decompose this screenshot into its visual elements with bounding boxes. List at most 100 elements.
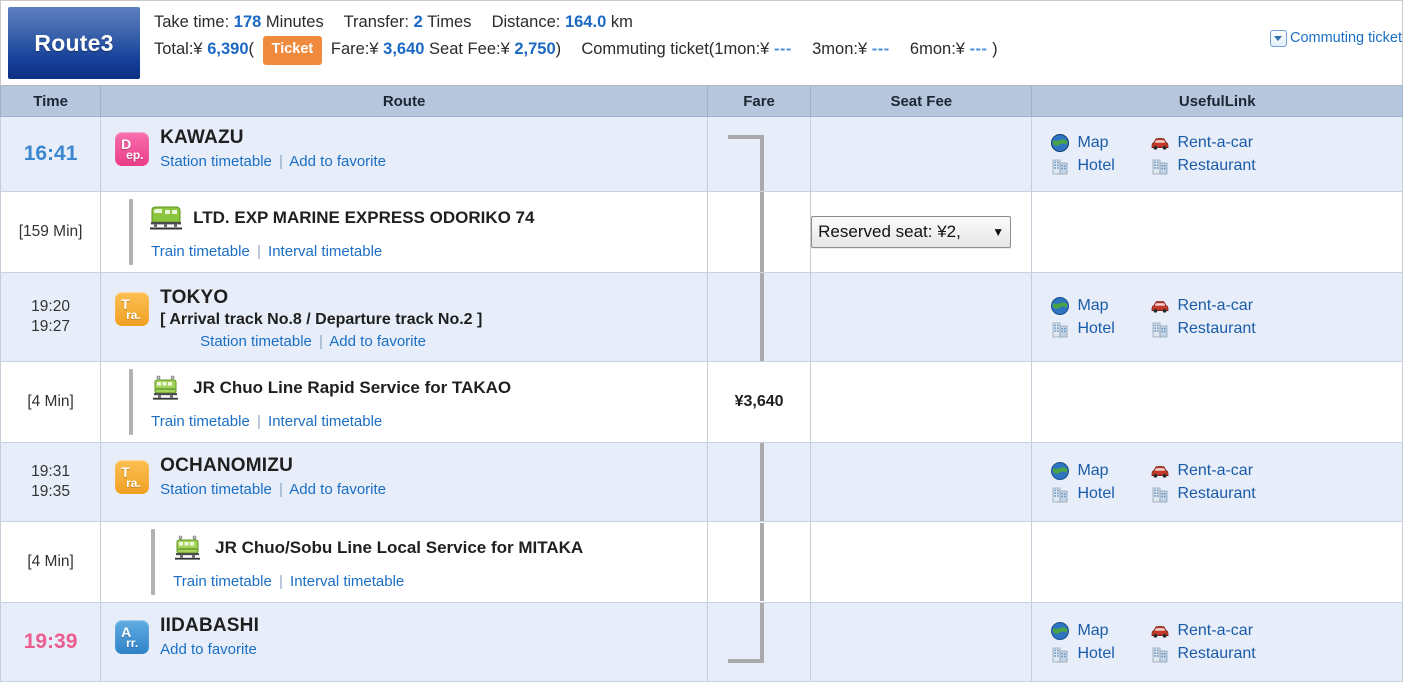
- commuting-prefix: Commuting ticket(1mon:¥: [581, 40, 770, 59]
- car-icon: [1152, 137, 1169, 150]
- train-timetable-link[interactable]: Train timetable: [151, 243, 250, 260]
- map-label: Map: [1077, 621, 1109, 639]
- hotel-link[interactable]: Hotel: [1050, 644, 1150, 664]
- fare-cell: [706, 442, 812, 522]
- restaurant-link[interactable]: Restaurant: [1150, 484, 1256, 504]
- route-cell: LTD. EXP MARINE EXPRESS ODORIKO 74 Train…: [100, 191, 708, 273]
- transfer-badge-icon: T ra.: [115, 291, 150, 326]
- arrival-badge-icon: A rr.: [115, 620, 150, 654]
- seat-fee-cell: [810, 361, 1033, 443]
- time-cell: 16:41: [0, 116, 102, 192]
- map-link[interactable]: Map: [1050, 461, 1150, 481]
- chevron-down-icon: ▼: [992, 225, 1005, 239]
- arrival-time: 19:31: [31, 462, 70, 480]
- building-icon: [1053, 647, 1068, 662]
- leg-duration: [4 Min]: [27, 552, 74, 570]
- take-time-label: Take time:: [154, 13, 230, 31]
- station-timetable-link[interactable]: Station timetable: [160, 153, 272, 170]
- reserved-seat-value: Reserved seat: ¥2,: [818, 222, 961, 241]
- leg-line: [129, 199, 134, 265]
- transfer-value: 2: [413, 13, 423, 31]
- globe-icon: [1051, 296, 1070, 315]
- hotel-link[interactable]: Hotel: [1050, 156, 1150, 176]
- summary-line-1: Take time: 178 Minutes Transfer: 2 Times…: [154, 9, 1402, 36]
- add-to-favorite-link[interactable]: Add to favorite: [160, 641, 257, 658]
- paren-open: (: [248, 40, 255, 59]
- rent-a-car-label: Rent-a-car: [1177, 461, 1254, 479]
- fare-label: Fare:¥: [330, 40, 379, 59]
- map-link[interactable]: Map: [1050, 133, 1150, 153]
- summary-line-2: Total:¥ 6,390( Ticket Fare:¥ 3,640 Seat …: [154, 36, 1402, 66]
- interval-timetable-link[interactable]: Interval timetable: [268, 243, 382, 260]
- building-icon: [1053, 487, 1068, 502]
- route-cell: T ra. TOKYO [ Arrival track No.8 / Depar…: [100, 272, 708, 362]
- seatfee-label: Seat Fee:¥: [429, 40, 510, 59]
- building-icon: [1153, 322, 1168, 337]
- map-link[interactable]: Map: [1050, 296, 1150, 316]
- commuting-ticket-label: Commuting ticket: [1289, 30, 1402, 46]
- hotel-label: Hotel: [1077, 156, 1115, 174]
- restaurant-link[interactable]: Restaurant: [1150, 644, 1256, 664]
- train-name: JR Chuo Line Rapid Service for TAKAO: [193, 377, 512, 397]
- route-cell: A rr. IIDABASHI Add to favorite: [100, 602, 708, 682]
- add-to-favorite-link[interactable]: Add to favorite: [329, 333, 426, 350]
- rent-a-car-label: Rent-a-car: [1177, 621, 1254, 639]
- express-train-icon: [150, 206, 183, 229]
- local-train-icon: [153, 375, 179, 400]
- time-cell: 19:20 19:27: [0, 272, 102, 362]
- add-to-favorite-link[interactable]: Add to favorite: [289, 153, 386, 170]
- commuting-6mon-label: 6mon:¥: [909, 40, 965, 59]
- time-cell: [4 Min]: [0, 361, 102, 443]
- leg-duration: [4 Min]: [27, 392, 74, 410]
- useful-link-cell: Map Rent-a-car Hotel Restaurant: [1031, 442, 1403, 522]
- leg-line: [129, 369, 134, 435]
- badge-bottom-text: rr.: [126, 636, 139, 650]
- badge-bottom-text: ra.: [126, 476, 141, 490]
- link-separator: |: [319, 332, 323, 350]
- table-row: [159 Min] LTD. EXP MARINE EXPRESS ODORIK…: [0, 191, 1403, 273]
- table-row: [4 Min]: [0, 521, 1403, 603]
- hotel-link[interactable]: Hotel: [1050, 319, 1150, 339]
- restaurant-label: Restaurant: [1177, 319, 1256, 337]
- hotel-link[interactable]: Hotel: [1050, 484, 1150, 504]
- route-cell: D ep. KAWAZU Station timetable | Add to …: [100, 116, 708, 192]
- building-icon: [1153, 159, 1168, 174]
- globe-icon: [1051, 133, 1070, 152]
- add-to-favorite-link[interactable]: Add to favorite: [289, 481, 386, 498]
- departure-time: 19:27: [31, 318, 70, 335]
- table-header-row: Time Route Fare Seat Fee UsefulLink: [0, 86, 1403, 117]
- rent-a-car-link[interactable]: Rent-a-car: [1150, 296, 1253, 316]
- fare-amount: ¥3,640: [734, 393, 784, 410]
- fare-cell: [706, 272, 812, 362]
- station-timetable-link[interactable]: Station timetable: [200, 333, 312, 350]
- train-timetable-link[interactable]: Train timetable: [151, 413, 250, 430]
- rent-a-car-link[interactable]: Rent-a-car: [1150, 133, 1253, 153]
- commuting-ticket-link[interactable]: Commuting ticket: [1269, 27, 1402, 51]
- train-name: LTD. EXP MARINE EXPRESS ODORIKO 74: [193, 207, 535, 227]
- train-timetable-link[interactable]: Train timetable: [173, 573, 272, 590]
- rent-a-car-link[interactable]: Rent-a-car: [1150, 461, 1253, 481]
- restaurant-link[interactable]: Restaurant: [1150, 156, 1256, 176]
- table-row: [4 Min]: [0, 361, 1403, 443]
- restaurant-link[interactable]: Restaurant: [1150, 319, 1256, 339]
- arrival-time: 19:20: [31, 297, 70, 315]
- route-connector-end: [708, 603, 810, 681]
- interval-timetable-link[interactable]: Interval timetable: [290, 573, 404, 590]
- seat-fee-cell: [810, 116, 1033, 192]
- restaurant-label: Restaurant: [1177, 484, 1256, 502]
- restaurant-label: Restaurant: [1177, 156, 1256, 174]
- station-name: TOKYO: [160, 286, 229, 308]
- map-label: Map: [1077, 461, 1109, 479]
- reserved-seat-select[interactable]: Reserved seat: ¥2, ▼: [811, 216, 1012, 248]
- interval-timetable-link[interactable]: Interval timetable: [268, 413, 382, 430]
- car-icon: [1152, 625, 1169, 638]
- map-link[interactable]: Map: [1050, 621, 1150, 641]
- table-row: 16:41 D ep. KAWAZU Station timetable | A…: [0, 116, 1403, 192]
- fare-value: 3,640: [383, 40, 425, 59]
- commuting-3mon-value: ---: [871, 40, 890, 59]
- commuting-3mon-label: 3mon:¥: [812, 40, 868, 59]
- rent-a-car-link[interactable]: Rent-a-car: [1150, 621, 1253, 641]
- link-separator: |: [279, 481, 283, 498]
- distance-label: Distance:: [491, 13, 561, 31]
- station-timetable-link[interactable]: Station timetable: [160, 481, 272, 498]
